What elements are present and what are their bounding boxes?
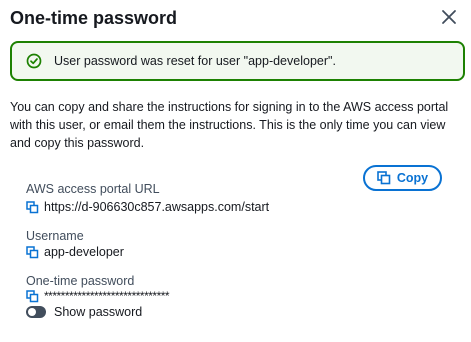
show-password-row: Show password	[26, 305, 142, 319]
success-alert: User password was reset for user "app-de…	[10, 41, 465, 81]
portal-url-label: AWS access portal URL	[26, 182, 160, 196]
password-value: ******************************	[44, 289, 170, 303]
instructions-text: You can copy and share the instructions …	[10, 100, 449, 150]
toggle-knob	[28, 308, 36, 316]
portal-url-value: https://d-906630c857.awsapps.com/start	[44, 200, 270, 214]
copy-button[interactable]: Copy	[363, 165, 442, 191]
show-password-label: Show password	[54, 305, 143, 319]
copy-icon[interactable]	[26, 200, 39, 214]
password-row: ******************************	[26, 289, 170, 303]
show-password-toggle[interactable]	[26, 306, 46, 318]
portal-url-row: https://d-906630c857.awsapps.com/start	[26, 200, 269, 214]
password-label: One-time password	[26, 274, 135, 288]
username-value: app-developer	[44, 245, 124, 259]
close-icon[interactable]	[440, 8, 458, 26]
username-row: app-developer	[26, 245, 124, 259]
copy-icon[interactable]	[26, 289, 39, 303]
check-circle-icon	[26, 53, 42, 69]
alert-message: User password was reset for user "app-de…	[54, 54, 336, 68]
copy-button-label: Copy	[396, 171, 429, 185]
modal-title: One-time password	[10, 8, 178, 28]
copy-icon	[377, 171, 391, 185]
username-label: Username	[26, 229, 84, 243]
copy-icon[interactable]	[26, 245, 39, 259]
one-time-password-modal: One-time password User password was rese…	[0, 0, 471, 342]
